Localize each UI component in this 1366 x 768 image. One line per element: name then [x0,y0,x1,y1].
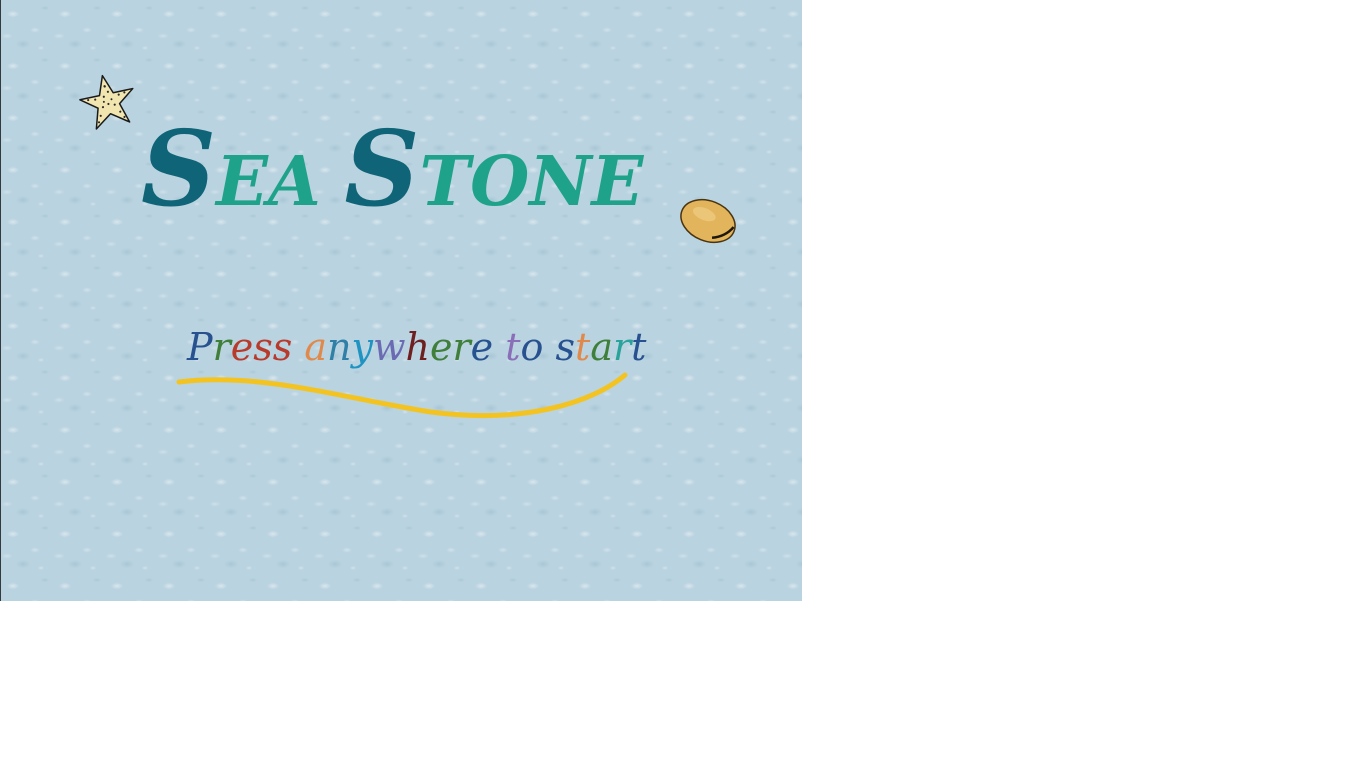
prompt-letter: y [350,325,374,369]
game-title: SEA STONE [141,107,644,230]
prompt-letter: P [186,325,214,369]
sea-stone-icon [680,198,736,244]
prompt-letter: e [471,325,494,369]
prompt-letter: t [631,325,647,369]
prompt-letter: n [327,325,351,369]
prompt-letter: s [253,325,273,369]
prompt-letter: t [505,325,521,369]
prompt-letter: t [575,325,591,369]
prompt-letter [493,325,505,369]
prompt-letter: e [231,325,254,369]
prompt-letter [292,325,304,369]
starfish-icon [79,74,134,130]
start-prompt[interactable]: Press anywhere to start [186,325,647,369]
prompt-underline [176,372,628,419]
prompt-letter: h [406,325,430,369]
prompt-letter [543,325,555,369]
prompt-letter: a [590,325,613,369]
prompt-letter: w [373,325,406,369]
prompt-letter: a [304,325,327,369]
prompt-letter: s [273,325,293,369]
game-stage[interactable]: SEA STONE Press anywhere to start [0,0,802,601]
title-screen-canvas: SEA STONE Press anywhere to start [79,74,736,419]
prompt-letter: s [556,325,576,369]
prompt-letter: o [521,325,544,369]
prompt-letter: e [430,325,453,369]
